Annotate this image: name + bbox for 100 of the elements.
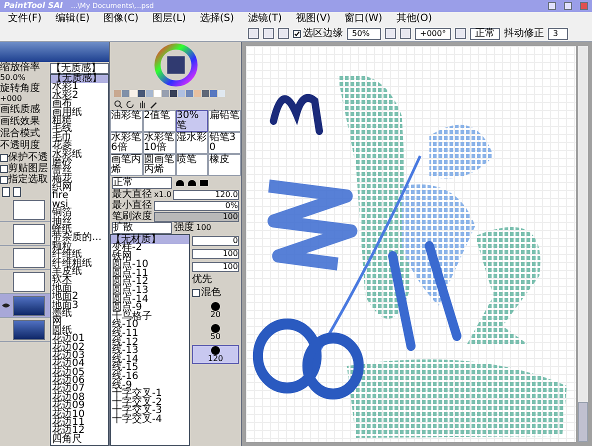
brush-preset[interactable]: 喷笔 <box>176 154 208 176</box>
value-field[interactable]: 100 <box>192 249 239 259</box>
texture-option[interactable]: 地面2 <box>51 293 108 302</box>
texture-option[interactable]: 羊皮纸 <box>51 268 108 276</box>
value-field[interactable]: 100 <box>192 262 239 272</box>
material-option[interactable]: 圆点-13 <box>111 286 189 296</box>
new-layer-icon[interactable] <box>2 186 10 196</box>
menu-item[interactable]: 窗口(W) <box>344 14 382 24</box>
brush-size-option[interactable]: 50 <box>192 323 239 342</box>
color-swatch[interactable] <box>218 90 225 96</box>
color-swatch[interactable] <box>146 90 153 96</box>
menu-item[interactable]: 其他(O) <box>396 14 432 24</box>
brush-size-option[interactable]: 120 <box>192 345 239 364</box>
layer-item[interactable] <box>0 270 50 294</box>
checkbox[interactable] <box>0 164 8 172</box>
max-size-field[interactable]: 120.0 <box>173 190 239 200</box>
menu-item[interactable]: 选择(S) <box>200 14 234 24</box>
brush-preset[interactable]: 画笔丙烯 <box>110 154 143 176</box>
texture-option[interactable]: 地面3 <box>51 302 108 310</box>
min-size-field[interactable]: 0% <box>154 200 239 210</box>
texture-option[interactable]: 梅花 <box>51 176 108 184</box>
menu-item[interactable]: 滤镜(T) <box>248 14 282 24</box>
texture-option[interactable]: 四角尺 <box>51 436 108 444</box>
color-swatch[interactable] <box>130 90 137 96</box>
layer-item[interactable] <box>0 198 50 222</box>
scrollbar-thumb[interactable] <box>578 402 588 442</box>
texture-option[interactable]: 织网 <box>51 184 108 192</box>
material-option[interactable]: 圆点-12 <box>111 278 189 287</box>
texture-option[interactable]: 花边07 <box>51 385 108 394</box>
menu-item[interactable]: 图像(C) <box>104 14 138 24</box>
texture-option[interactable]: 水彩纸 <box>51 150 108 159</box>
checkbox[interactable] <box>0 176 8 184</box>
color-swatch[interactable] <box>210 90 217 96</box>
brush-preset[interactable]: 水彩笔6倍 <box>110 132 143 154</box>
toolbar-button[interactable] <box>385 28 396 39</box>
texture-option[interactable]: 花边09 <box>51 402 108 411</box>
spread-select[interactable]: 扩散 <box>112 222 172 234</box>
toolbar-button[interactable] <box>278 28 289 39</box>
material-option[interactable]: 变样-2 <box>111 244 189 253</box>
texture-option[interactable]: fire <box>51 192 108 201</box>
toolbar-button[interactable] <box>263 28 274 39</box>
material-option[interactable]: 线-11 <box>111 330 189 339</box>
toolbar-button[interactable] <box>454 28 466 39</box>
search-icon[interactable] <box>114 100 123 108</box>
brush-preset[interactable]: 30%笔 <box>176 110 208 132</box>
toolbar-button[interactable] <box>400 28 411 39</box>
maximize-button[interactable] <box>564 2 572 10</box>
color-swatch[interactable] <box>194 90 201 96</box>
color-swatch[interactable] <box>178 90 185 96</box>
color-swatch[interactable] <box>114 90 121 96</box>
texture-option[interactable]: 花边01 <box>51 335 108 344</box>
texture-option[interactable]: 带杂质的... <box>51 234 108 243</box>
vertical-scrollbar[interactable] <box>578 46 588 442</box>
stabilizer-field[interactable]: 3 <box>548 28 568 40</box>
angle-field[interactable]: +000° <box>415 28 451 40</box>
color-swatch[interactable] <box>154 90 161 96</box>
material-option[interactable]: 线-10 <box>111 321 189 330</box>
layer-item[interactable] <box>0 246 50 270</box>
material-dropdown-list[interactable]: 【无材质】 变样-2 铁网 圆点-10 圆点-11 圆点-12 圆点-13 圆点-14 圆点-9 千鸟格子 线-10 线-11 线-12 线-13 线-14 线-15 线-16 线-9 十字交叉-1 十字交叉-2 十字交叉-3 十字交叉-4 <box>110 234 190 446</box>
material-option[interactable]: 线-16 <box>111 372 189 382</box>
color-swatch[interactable] <box>162 90 169 96</box>
value-field[interactable]: 0 <box>192 236 239 246</box>
texture-option[interactable]: 水彩1 <box>51 83 108 92</box>
texture-option[interactable]: 纤维粗纸 <box>51 260 108 268</box>
texture-option[interactable]: 铜箔 <box>51 209 108 218</box>
material-option[interactable]: 千鸟格子 <box>111 312 189 322</box>
menu-item[interactable]: 视图(V) <box>296 14 331 24</box>
brush-size-option[interactable]: 20 <box>192 301 239 320</box>
texture-option[interactable]: 粗糙 <box>51 116 108 126</box>
toolbar-button[interactable] <box>248 28 259 39</box>
zoom-field[interactable]: 50% <box>347 28 381 40</box>
rotate-icon[interactable] <box>126 100 135 108</box>
minimize-button[interactable] <box>548 2 556 10</box>
color-wheel[interactable] <box>154 43 198 87</box>
color-swatch[interactable] <box>138 90 145 96</box>
material-option[interactable]: 十字交叉-4 <box>111 416 189 424</box>
texture-option[interactable]: 毛线 <box>51 125 108 134</box>
brush-preset[interactable]: 橡皮 <box>208 154 241 176</box>
texture-option[interactable]: 花边02 <box>51 344 108 352</box>
texture-option[interactable]: 画用纸 <box>51 108 108 117</box>
texture-option[interactable]: 水彩2 <box>51 92 108 100</box>
brush-preset[interactable]: 湿水彩 <box>176 132 208 154</box>
density-field[interactable]: 100 <box>154 212 239 222</box>
brush-preset[interactable]: 油彩笔 <box>110 110 143 132</box>
material-option[interactable]: 线-15 <box>111 364 189 373</box>
texture-option[interactable]: 抽丝 <box>51 218 108 226</box>
brush-preset[interactable]: 水彩笔10倍 <box>142 132 176 154</box>
checkbox[interactable] <box>293 30 301 38</box>
brush-preset[interactable]: 圆画笔丙烯 <box>142 154 176 176</box>
texture-option[interactable]: 软木 <box>51 276 108 285</box>
brush-preset[interactable]: 2值笔 <box>142 110 176 132</box>
texture-option[interactable]: 花边04 <box>51 360 108 369</box>
layer-item[interactable] <box>0 294 50 318</box>
blend-mode-select[interactable]: 正常 <box>470 28 500 40</box>
material-option[interactable]: 圆点-10 <box>111 261 189 270</box>
material-option[interactable]: 线-13 <box>111 347 189 356</box>
texture-dropdown-list[interactable]: 【无质感】 水彩1 水彩2 画布 画用纸 粗糙 毛线 毛巾 花菱 水彩纸 磨砂 蕾丝 梅花 织网 fire wsi 铜箔 抽丝 蜂纸 带杂质的... 颗粒 纤维纸 纤维粗纸 羊皮纸 软木 地面 地面2 地面3 墨纸 网 圆纸 花边01 花边02 花边03 花边04 花边05 花边06 花边07 花边08 花边09 花边10 花边11 花边12 四角尺 <box>50 74 109 446</box>
checkbox[interactable] <box>0 154 8 162</box>
brush-preset[interactable]: 扁铅笔 <box>208 110 241 132</box>
texture-option[interactable]: 墨纸 <box>51 310 108 318</box>
